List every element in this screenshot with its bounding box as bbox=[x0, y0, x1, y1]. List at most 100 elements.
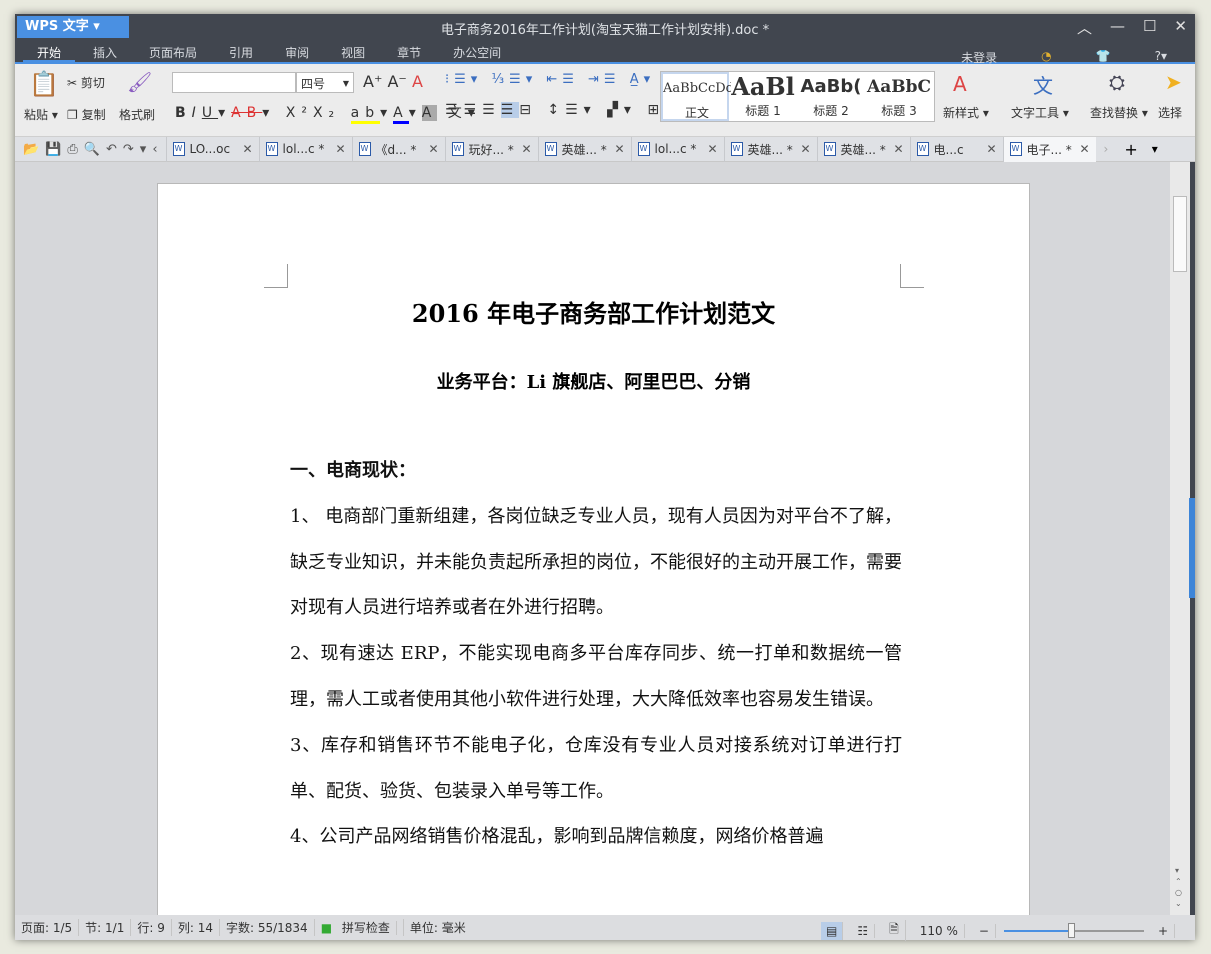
paste-icon[interactable]: 📋 bbox=[29, 70, 59, 98]
word-doc-icon: W bbox=[637, 142, 650, 156]
document-tab[interactable]: W 英雄... * ✕ bbox=[537, 136, 631, 162]
tab-references[interactable]: 引用 bbox=[215, 40, 267, 62]
close-tab-icon[interactable]: ✕ bbox=[1079, 142, 1089, 156]
document-page[interactable]: 2016 年电子商务部工作计划范文 业务平台：Li 旗舰店、阿里巴巴、分销 一、… bbox=[157, 183, 1030, 915]
close-tab-icon[interactable]: ✕ bbox=[707, 142, 717, 156]
tab-review[interactable]: 审阅 bbox=[271, 40, 323, 62]
close-tab-icon[interactable]: ✕ bbox=[242, 142, 252, 156]
word-doc-icon: W bbox=[451, 142, 464, 156]
maximize-icon[interactable]: ☐ bbox=[1143, 17, 1156, 38]
page-indicator[interactable]: 页面: 1/5 bbox=[15, 919, 80, 936]
web-view-icon[interactable]: 🗎 bbox=[883, 920, 906, 941]
close-tab-icon[interactable]: ✕ bbox=[986, 142, 996, 156]
copy-button[interactable]: ❐ 复制 bbox=[67, 106, 106, 123]
customize-icon[interactable]: ▾ bbox=[140, 142, 147, 157]
scroll-tabs-left-icon[interactable]: ‹ bbox=[152, 142, 157, 157]
document-tab[interactable]: W LO...oc ✕ bbox=[165, 136, 259, 162]
redo-icon[interactable]: ↷ bbox=[123, 142, 134, 157]
document-body: 一、电商现状： 1、 电商部门重新组建，各岗位缺乏专业人员，现有人员因为对平台不… bbox=[290, 448, 902, 860]
spell-check[interactable]: ■ 拼写检查 bbox=[315, 919, 404, 936]
column-indicator: 列: 14 bbox=[172, 919, 220, 936]
tab-view[interactable]: 视图 bbox=[327, 40, 379, 62]
scroll-tabs-right-icon[interactable]: › bbox=[1096, 142, 1117, 156]
tab-label: 《d... * bbox=[375, 142, 417, 157]
new-tab-icon[interactable]: + bbox=[1116, 140, 1145, 159]
page-view-icon[interactable]: ▤ bbox=[820, 921, 844, 940]
select-button[interactable]: 选择 bbox=[1158, 104, 1182, 121]
style-heading-2[interactable]: AaBb(标题 2 bbox=[797, 72, 865, 121]
new-style-button[interactable]: 新样式 ▾ bbox=[943, 104, 989, 121]
collapse-ribbon-icon[interactable]: ︿ bbox=[1077, 17, 1092, 38]
tab-layout[interactable]: 页面布局 bbox=[135, 40, 211, 62]
document-tab[interactable]: W 《d... * ✕ bbox=[351, 136, 445, 162]
format-painter-button[interactable]: 格式刷 bbox=[119, 106, 155, 123]
tab-office-space[interactable]: 办公空间 bbox=[439, 40, 515, 62]
document-tab[interactable]: W 英雄... * ✕ bbox=[816, 136, 910, 162]
zoom-in-icon[interactable]: + bbox=[1152, 923, 1175, 938]
style-heading-1[interactable]: AaBl 标题 1 bbox=[729, 72, 797, 121]
font-name-select[interactable] bbox=[172, 72, 296, 93]
close-tab-icon[interactable]: ✕ bbox=[428, 142, 438, 156]
close-tab-icon[interactable]: ✕ bbox=[521, 142, 531, 156]
outline-view-icon[interactable]: ☷ bbox=[851, 923, 876, 938]
document-subtitle: 业务平台：Li 旗舰店、阿里巴巴、分销 bbox=[436, 372, 751, 393]
close-tab-icon[interactable]: ✕ bbox=[800, 142, 810, 156]
style-normal[interactable]: AaBbCcDd 正文 bbox=[661, 72, 731, 121]
find-replace-icon: ⛭ bbox=[1109, 70, 1125, 94]
document-title: 2016 年电子商务部工作计划范文 bbox=[411, 299, 776, 328]
page-nav-icons[interactable]: ▾ ⌃ ○ ⌄ bbox=[1175, 865, 1182, 909]
open-icon[interactable]: 📂 bbox=[23, 142, 39, 157]
cut-button[interactable]: ✂ 剪切 bbox=[67, 74, 105, 91]
char-shading-icon: A bbox=[421, 105, 438, 121]
tab-list-icon[interactable]: ▾ bbox=[1146, 142, 1164, 156]
zoom-slider-handle[interactable] bbox=[1068, 922, 1076, 938]
tab-label: 电子... * bbox=[1026, 142, 1072, 157]
style-heading-3[interactable]: AaBbC 标题 3 bbox=[865, 72, 933, 121]
paste-button[interactable]: 粘贴 ▾ bbox=[24, 106, 58, 123]
word-doc-icon: W bbox=[1009, 142, 1022, 156]
close-icon[interactable]: ✕ bbox=[1174, 17, 1187, 38]
word-doc-icon: W bbox=[730, 142, 743, 156]
vertical-scrollbar[interactable]: ▾ ⌃ ○ ⌄ bbox=[1170, 162, 1190, 915]
find-replace-button[interactable]: 查找替换 ▾ bbox=[1090, 104, 1148, 121]
print-icon[interactable]: ⎙ bbox=[67, 142, 77, 157]
document-tab[interactable]: W 电...c ✕ bbox=[909, 136, 1003, 162]
tab-label: lol...c * bbox=[282, 142, 325, 156]
close-tab-icon[interactable]: ✕ bbox=[893, 142, 903, 156]
zoom-out-icon[interactable]: − bbox=[973, 923, 996, 938]
text-tools-button[interactable]: 文字工具 ▾ bbox=[1011, 104, 1069, 121]
close-tab-icon[interactable]: ✕ bbox=[335, 142, 345, 156]
word-count[interactable]: 字数: 55/1834 bbox=[220, 919, 315, 936]
font-grow-icon[interactable]: A⁺ A⁻ A bbox=[363, 72, 423, 91]
zoom-slider[interactable] bbox=[1003, 922, 1144, 938]
bold-icon: B bbox=[175, 105, 192, 121]
document-tab[interactable]: Wlol...c * ✕ bbox=[258, 136, 352, 162]
alignment-buttons[interactable]: ☰☰☰☰⊟ ↕☰▾ ▞▾ ⊞▾ bbox=[445, 102, 678, 118]
zoom-level[interactable]: 110 % bbox=[914, 923, 965, 938]
minimize-icon[interactable]: — bbox=[1110, 17, 1125, 38]
tab-insert[interactable]: 插入 bbox=[79, 40, 131, 62]
strikethrough-icon: AB bbox=[231, 105, 263, 121]
tab-label: 英雄... * bbox=[840, 142, 886, 157]
side-panel-toggle[interactable] bbox=[1189, 498, 1195, 598]
word-doc-icon: W bbox=[172, 142, 185, 156]
paragraph: 4、公司产品网络销售价格混乱，影响到品牌信赖度，网络价格普遍 bbox=[290, 826, 824, 848]
section-indicator: 节: 1/1 bbox=[79, 919, 132, 936]
word-doc-icon: W bbox=[265, 142, 278, 156]
paragraph: 1、 电商部门重新组建，各岗位缺乏专业人员，现有人员因为对平台不了解，缺乏专业知… bbox=[290, 505, 902, 619]
font-format-buttons[interactable]: BIU▾AB▾ X²X₂ ab▾A▾A 文▾ bbox=[175, 102, 481, 124]
tab-label: lol...c * bbox=[654, 142, 697, 156]
document-tab[interactable]: W 电子... * ✕ bbox=[1002, 136, 1096, 162]
word-doc-icon: W bbox=[544, 142, 557, 156]
scrollbar-thumb[interactable] bbox=[1173, 196, 1187, 272]
document-tab[interactable]: Wlol...c * ✕ bbox=[630, 136, 724, 162]
close-tab-icon[interactable]: ✕ bbox=[614, 142, 624, 156]
undo-icon[interactable]: ↶ bbox=[106, 142, 117, 157]
tab-home[interactable]: 开始 bbox=[23, 40, 76, 62]
print-preview-icon[interactable]: 🔍 bbox=[84, 142, 100, 157]
tab-chapter[interactable]: 章节 bbox=[383, 40, 435, 62]
document-tab[interactable]: W 玩好... * ✕ bbox=[444, 136, 538, 162]
font-size-select[interactable]: 四号 ▼ bbox=[296, 72, 354, 93]
document-tab[interactable]: W 英雄... * ✕ bbox=[723, 136, 817, 162]
save-icon[interactable]: 💾 bbox=[45, 142, 61, 157]
